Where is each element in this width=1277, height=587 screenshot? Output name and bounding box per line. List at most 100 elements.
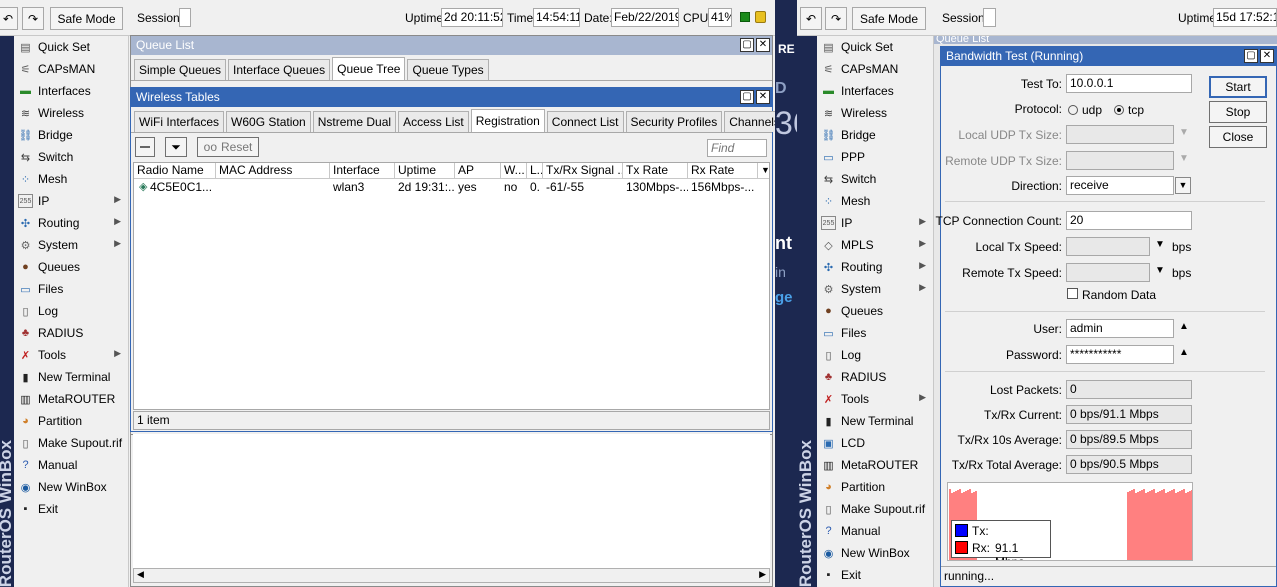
remove-button[interactable]	[135, 137, 155, 157]
menu-item-metarouter[interactable]: ▥ MetaROUTER	[817, 454, 933, 476]
close-icon[interactable]: ✕	[756, 38, 770, 52]
menu-item-manual[interactable]: ? Manual	[817, 520, 933, 542]
column-header[interactable]: Rx Rate	[688, 163, 758, 178]
dropdown-icon[interactable]: ▼	[1155, 265, 1165, 276]
menu-item-radius[interactable]: ♣ RADIUS	[817, 366, 933, 388]
menu-item-system[interactable]: ⚙ System ▶	[14, 234, 128, 256]
column-header[interactable]: W...	[501, 163, 527, 178]
menu-item-tools[interactable]: ✗ Tools ▶	[14, 344, 128, 366]
tcp-count-input[interactable]: 20	[1066, 211, 1192, 230]
menu-item-capsman[interactable]: ⚟ CAPsMAN	[817, 58, 933, 80]
local-tx-input[interactable]	[1066, 237, 1150, 256]
close-icon[interactable]: ✕	[756, 90, 770, 104]
menu-item-metarouter[interactable]: ▥ MetaROUTER	[14, 388, 128, 410]
column-header[interactable]: Uptime	[395, 163, 455, 178]
undo-button[interactable]: ↶	[800, 7, 822, 30]
menu-item-switch[interactable]: ⇆ Switch	[817, 168, 933, 190]
menu-item-make-supout-rif[interactable]: ▯ Make Supout.rif	[14, 432, 128, 454]
tab-queue-tree[interactable]: Queue Tree	[332, 57, 406, 80]
filter-button[interactable]: ⏷	[165, 137, 187, 157]
menu-item-routing[interactable]: ✣ Routing ▶	[817, 256, 933, 278]
tab-channels[interactable]: Channels	[724, 111, 775, 132]
menu-item-interfaces[interactable]: ▬ Interfaces	[817, 80, 933, 102]
menu-item-capsman[interactable]: ⚟ CAPsMAN	[14, 58, 128, 80]
menu-item-lcd[interactable]: ▣ LCD	[817, 432, 933, 454]
menu-item-new-terminal[interactable]: ▮ New Terminal	[817, 410, 933, 432]
menu-item-ip[interactable]: 255 IP ▶	[14, 190, 128, 212]
maximize-icon[interactable]: ▢	[740, 38, 754, 52]
tab-registration[interactable]: Registration	[470, 109, 545, 132]
menu-item-wireless[interactable]: ≋ Wireless	[14, 102, 128, 124]
udp-radio[interactable]	[1068, 105, 1078, 115]
menu-item-bridge[interactable]: ⛓ Bridge	[14, 124, 128, 146]
collapse-icon[interactable]: ▲	[1179, 321, 1189, 332]
column-chooser-icon[interactable]: ▼	[758, 163, 775, 178]
collapse-icon[interactable]: ▲	[1179, 347, 1189, 358]
tab-queue-types[interactable]: Queue Types	[407, 59, 489, 80]
stop-button[interactable]: Stop	[1209, 101, 1267, 123]
menu-item-interfaces[interactable]: ▬ Interfaces	[14, 80, 128, 102]
menu-item-ip[interactable]: 255 IP ▶	[817, 212, 933, 234]
redo-button[interactable]: ↷	[825, 7, 847, 30]
menu-item-log[interactable]: ▯ Log	[817, 344, 933, 366]
menu-item-exit[interactable]: ▪ Exit	[14, 498, 128, 520]
menu-item-switch[interactable]: ⇆ Switch	[14, 146, 128, 168]
menu-item-mpls[interactable]: ◇ MPLS ▶	[817, 234, 933, 256]
column-header[interactable]: AP	[455, 163, 501, 178]
reset-button[interactable]: oo Reset	[197, 137, 259, 157]
tab-security-profiles[interactable]: Security Profiles	[625, 111, 723, 132]
menu-item-partition[interactable]: ◕ Partition	[14, 410, 128, 432]
menu-item-quick-set[interactable]: ▤ Quick Set	[817, 36, 933, 58]
menu-item-make-supout-rif[interactable]: ▯ Make Supout.rif	[817, 498, 933, 520]
menu-item-routing[interactable]: ✣ Routing ▶	[14, 212, 128, 234]
menu-item-quick-set[interactable]: ▤ Quick Set	[14, 36, 128, 58]
column-header[interactable]: Tx Rate	[623, 163, 688, 178]
menu-item-mesh[interactable]: ⁘ Mesh	[14, 168, 128, 190]
menu-item-mesh[interactable]: ⁘ Mesh	[817, 190, 933, 212]
table-row[interactable]: 4C5E0C1... wlan3 2d 19:31:... yes no 0. -61/-5…	[134, 180, 769, 194]
dropdown-icon[interactable]: ▼	[1155, 239, 1165, 250]
menu-item-queues[interactable]: ● Queues	[14, 256, 128, 278]
scroll-right-icon[interactable]: ▶	[759, 569, 766, 580]
close-icon[interactable]: ✕	[1260, 49, 1274, 63]
column-header[interactable]: Tx/Rx Signal ...	[543, 163, 623, 178]
menu-item-new-winbox[interactable]: ◉ New WinBox	[817, 542, 933, 564]
random-data-checkbox[interactable]	[1067, 288, 1078, 299]
password-input[interactable]: ***********	[1066, 345, 1174, 364]
maximize-icon[interactable]: ▢	[740, 90, 754, 104]
menu-item-bridge[interactable]: ⛓ Bridge	[817, 124, 933, 146]
column-header[interactable]: L...	[527, 163, 543, 178]
menu-item-tools[interactable]: ✗ Tools ▶	[817, 388, 933, 410]
scroll-left-icon[interactable]: ◀	[137, 569, 144, 580]
menu-item-new-winbox[interactable]: ◉ New WinBox	[14, 476, 128, 498]
find-input[interactable]	[707, 139, 767, 157]
remote-tx-input[interactable]	[1066, 263, 1150, 282]
column-header[interactable]: Radio Name	[134, 163, 216, 178]
menu-item-log[interactable]: ▯ Log	[14, 300, 128, 322]
safe-mode-button[interactable]: Safe Mode	[50, 7, 123, 30]
menu-item-exit[interactable]: ▪ Exit	[817, 564, 933, 586]
menu-item-files[interactable]: ▭ Files	[14, 278, 128, 300]
tab-wifi-interfaces[interactable]: WiFi Interfaces	[134, 111, 225, 132]
direction-select[interactable]: receive	[1066, 176, 1174, 195]
tab-w60g-station[interactable]: W60G Station	[226, 111, 311, 132]
direction-dropdown-icon[interactable]: ▼	[1175, 177, 1191, 194]
column-header[interactable]: MAC Address	[216, 163, 330, 178]
menu-item-files[interactable]: ▭ Files	[817, 322, 933, 344]
redo-button[interactable]: ↷	[22, 7, 44, 30]
horizontal-scrollbar[interactable]: ◀ ▶	[133, 568, 770, 583]
menu-item-new-terminal[interactable]: ▮ New Terminal	[14, 366, 128, 388]
menu-item-system[interactable]: ⚙ System ▶	[817, 278, 933, 300]
tab-access-list[interactable]: Access List	[398, 111, 469, 132]
tab-simple-queues[interactable]: Simple Queues	[134, 59, 227, 80]
undo-button[interactable]: ↶	[0, 7, 18, 30]
tab-connect-list[interactable]: Connect List	[546, 111, 624, 132]
start-button[interactable]: Start	[1209, 76, 1267, 98]
menu-item-manual[interactable]: ? Manual	[14, 454, 128, 476]
user-input[interactable]: admin	[1066, 319, 1174, 338]
menu-item-partition[interactable]: ◕ Partition	[817, 476, 933, 498]
menu-item-queues[interactable]: ● Queues	[817, 300, 933, 322]
close-button[interactable]: Close	[1209, 126, 1267, 148]
menu-item-radius[interactable]: ♣ RADIUS	[14, 322, 128, 344]
menu-item-ppp[interactable]: ▭ PPP	[817, 146, 933, 168]
